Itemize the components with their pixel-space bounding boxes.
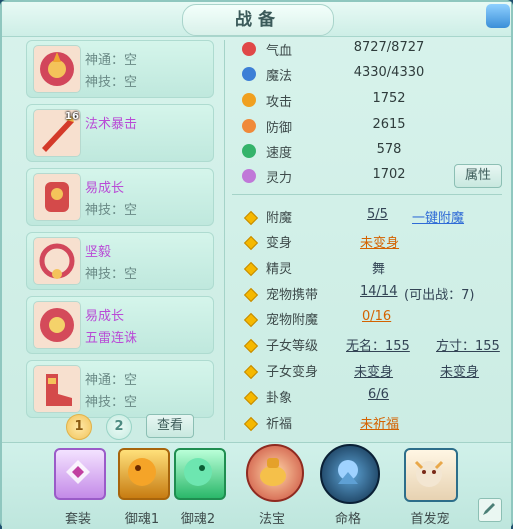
attack-icon [242,93,256,107]
enhance-level-badge: 16 [65,111,79,122]
panel-divider [224,40,225,440]
pet-icon[interactable] [404,448,458,502]
diamond-bullet-icon [243,312,259,328]
speed-icon [242,144,256,158]
mana-icon [242,67,256,81]
child-level-1[interactable]: 无名：155 [346,335,410,354]
dragon-soul-1-label: 御魂1 [124,512,160,527]
equipment-belt-icon[interactable] [33,301,81,349]
heart-icon [242,42,256,56]
diamond-bullet-icon [243,287,259,303]
battle-prep-window: 战备 神通：空 神技：空 16 法术暴击 易成长 神技：空 坚毅 神技：空 易成… [0,0,513,529]
diamond-bullet-icon [243,235,259,251]
one-click-enchant-link[interactable]: 一键附魔 [412,207,464,226]
spirit-icon [242,169,256,183]
slot-divine-label: 神通：空 [85,53,138,68]
child-level-2[interactable]: 方寸：155 [436,335,500,354]
fate-label: 命格 [334,512,361,527]
fate-icon[interactable] [320,444,380,504]
dragon-soul-icon[interactable] [118,448,170,500]
slot-divine-label: 易成长 [85,181,125,196]
slot-skill-label: 神技：空 [85,395,138,410]
slot-divine-label: 易成长 [85,309,125,324]
pet-battle-note: (可出战：7) [404,288,475,303]
shield-icon [242,119,256,133]
diamond-bullet-icon [243,416,259,432]
equipment-slot-4[interactable]: 坚毅 神技：空 [26,232,214,290]
jade-dragon-icon[interactable] [174,448,226,500]
child-transform-2[interactable]: 未变身 [440,361,479,380]
section-divider [232,194,502,195]
equipment-slot-5[interactable]: 易成长 五雷连诛 [26,296,214,354]
suit-icon[interactable] [54,448,106,500]
window-title: 战备 [182,4,334,36]
slot-divine-label: 神通：空 [85,373,138,388]
diamond-bullet-icon [243,390,259,406]
equipment-slot-6[interactable]: 神通：空 神技：空 [26,360,214,418]
edit-icon[interactable] [478,498,502,522]
diamond-bullet-icon [243,338,259,354]
child-transform-1[interactable]: 未变身 [354,361,393,380]
equipment-slot-1[interactable]: 神通：空 神技：空 [26,40,214,98]
diamond-bullet-icon [243,364,259,380]
slot-divine-label: 坚毅 [85,245,112,260]
pet-enchant-value[interactable]: 0/16 [362,309,391,324]
view-button[interactable]: 查看 [146,414,194,438]
treasure-icon[interactable] [246,444,304,502]
first-pet-label: 首发宠 [410,512,450,527]
equipment-necklace-icon[interactable] [33,237,81,285]
slot-divine-label: 法术暴击 [85,117,138,132]
equipment-list: 神通：空 神技：空 16 法术暴击 易成长 神技：空 坚毅 神技：空 易成长 五… [26,40,216,418]
treasure-label: 法宝 [258,512,285,527]
dragon-soul-2-label: 御魂2 [180,512,216,527]
equipment-slot-2[interactable]: 16 法术暴击 [26,104,214,162]
equipment-armor-icon[interactable] [33,173,81,221]
spirit-value: 舞 [372,262,386,277]
suit-label: 套装 [64,512,91,527]
fumo-value[interactable]: 5/5 [367,207,388,222]
close-button[interactable] [486,4,510,28]
slot-skill-label: 神技：空 [85,75,138,90]
page-1-button[interactable]: 1 [66,414,92,440]
equipment-slot-3[interactable]: 易成长 神技：空 [26,168,214,226]
hexagram-value[interactable]: 6/6 [368,387,389,402]
diamond-bullet-icon [243,261,259,277]
slot-skill-label: 神技：空 [85,267,138,282]
page-2-button[interactable]: 2 [106,414,132,440]
diamond-bullet-icon [243,210,259,226]
slot-skill-label: 神技：空 [85,203,138,218]
pet-carry-value[interactable]: 14/14 [360,284,397,299]
equipment-helmet-icon[interactable] [33,45,81,93]
slot-skill-label: 五雷连诛 [85,331,138,346]
attributes-button[interactable]: 属性 [454,164,502,188]
title-bar: 战备 [2,2,511,37]
blessing-value[interactable]: 未祈福 [360,413,399,432]
transform-value[interactable]: 未变身 [360,232,399,251]
equipment-boots-icon[interactable] [33,365,81,413]
